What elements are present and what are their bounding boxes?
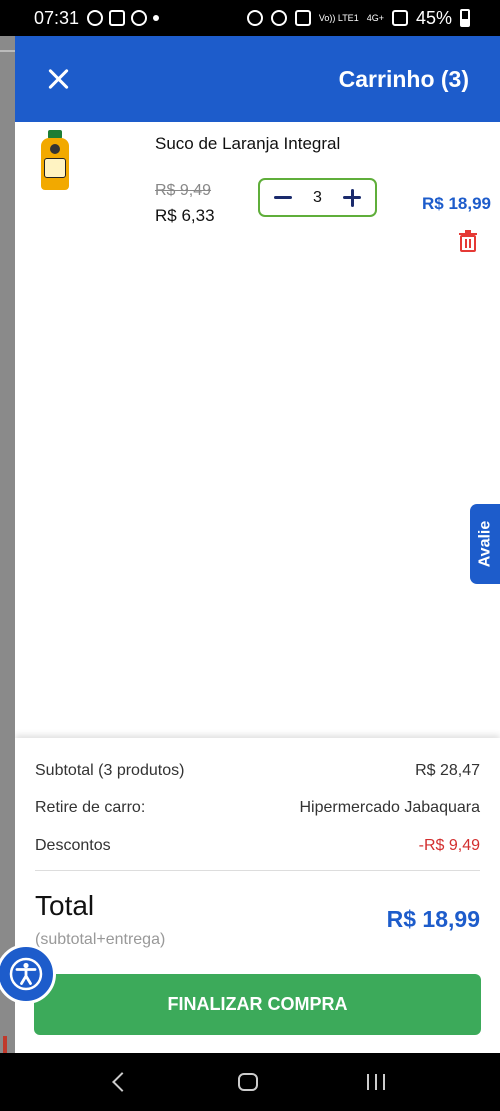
more-notifications-icon [153,15,160,21]
total-subtitle: (subtotal+entrega) [35,931,166,948]
close-icon[interactable] [45,65,73,93]
bluetooth-icon [270,10,287,26]
product-name: Suco de Laranja Integral [155,134,341,153]
network-indicator: 4G+ [366,12,384,23]
summary-divider [35,870,480,871]
subtotal-row: Subtotal (3 produtos) R$ 28,47 [35,762,480,780]
pickup-row: Retire de carro: Hipermercado Jabaquara [35,799,480,817]
battery-percent: 45% [415,7,452,28]
original-price: R$ 9,49 [155,182,212,199]
volte-indicator: Vo)) LTE1 [318,12,359,23]
feedback-tab-label: Avalie [476,520,494,568]
status-time: 07:31 [34,7,80,28]
system-icons: Vo)) LTE1 4G+ 45% [246,7,470,29]
subtotal-value: R$ 28,47 [415,762,480,779]
recent-apps-icon[interactable] [367,1074,386,1090]
pickup-label: Retire de carro: [35,799,146,816]
quantity-stepper: 3 [258,178,377,217]
order-summary: Subtotal (3 produtos) R$ 28,47 Retire de… [15,738,500,1053]
background-page [0,36,15,1058]
discount-value: -R$ 9,49 [418,837,480,854]
whatsapp-icon [87,10,104,26]
discount-label: Descontos [35,837,111,854]
feedback-tab[interactable]: Avalie [470,504,500,584]
mute-icon [294,10,311,26]
pickup-store: Hipermercado Jabaquara [299,799,480,816]
cart-title: Carrinho (3) [338,65,469,92]
increase-quantity-button[interactable] [343,188,361,207]
quantity-value: 3 [313,188,322,206]
signal-icon [391,10,408,26]
alarm-icon [246,10,263,26]
notification-icons [87,10,160,26]
cart-drawer: Carrinho (3) Suco de Laranja Integral R$… [15,36,500,1053]
total-label: Total [35,890,95,921]
app-notification-icon [131,10,148,26]
status-bar: 07:31 Vo)) LTE1 4G+ 45% [0,0,500,36]
back-icon[interactable] [111,1072,132,1092]
system-nav-bar [0,1053,500,1111]
discount-row: Descontos -R$ 9,49 [35,837,480,855]
product-image [39,130,71,192]
discounted-price: R$ 6,33 [155,206,215,225]
subtotal-label: Subtotal (3 produtos) [35,762,185,779]
cart-header: Carrinho (3) [15,36,500,122]
battery-icon [460,9,470,27]
checkout-button[interactable]: FINALIZAR COMPRA [34,974,481,1035]
home-icon[interactable] [237,1073,258,1091]
item-total: R$ 18,99 [422,194,491,213]
total-value: R$ 18,99 [386,906,480,932]
background-divider [0,50,15,52]
message-icon [109,10,126,26]
decrease-quantity-button[interactable] [274,196,292,199]
trash-icon[interactable] [458,230,478,252]
accessibility-icon [9,957,43,991]
